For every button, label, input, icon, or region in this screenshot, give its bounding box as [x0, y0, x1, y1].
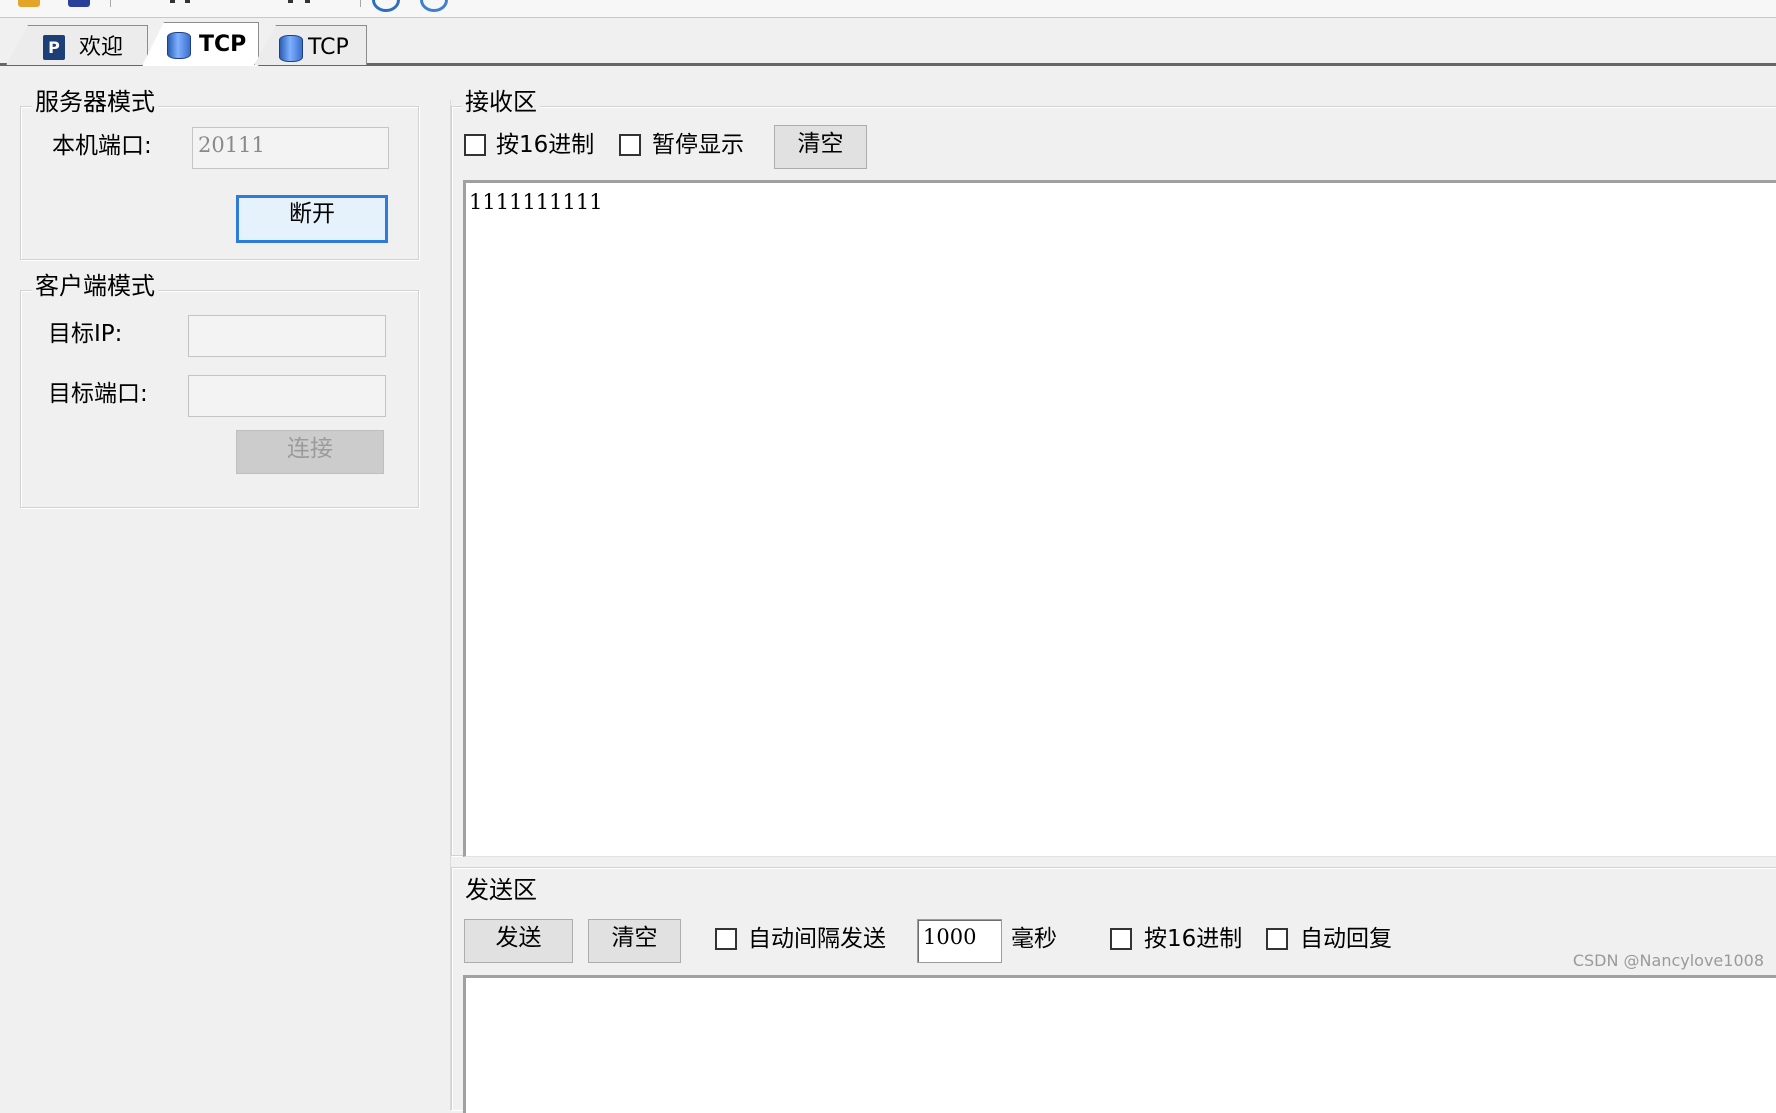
target-ip-field[interactable] [188, 315, 386, 357]
help-icon[interactable] [420, 0, 448, 12]
send-area-title: 发送区 [462, 876, 540, 904]
target-ip-label: 目标IP: [48, 321, 123, 347]
welcome-icon: P [43, 35, 65, 60]
toolbar-button-fragment[interactable] [185, 0, 190, 3]
receive-area-title: 接收区 [462, 88, 540, 116]
pause-display-checkbox[interactable] [619, 134, 641, 156]
tab-welcome[interactable]: P 欢迎 [6, 25, 148, 65]
auto-interval-checkbox[interactable] [715, 928, 737, 950]
disconnect-button[interactable]: 断开 [236, 195, 388, 243]
receive-hex-checkbox[interactable] [464, 134, 486, 156]
auto-interval-label[interactable]: 自动间隔发送 [748, 925, 886, 953]
database-icon [279, 35, 303, 62]
tab-label: TCP [308, 35, 349, 60]
milliseconds-label: 毫秒 [1011, 926, 1057, 952]
receive-textarea[interactable]: 1111111111 [463, 180, 1776, 857]
local-port-label: 本机端口: [52, 133, 152, 159]
folder-icon[interactable] [18, 0, 40, 7]
local-port-field[interactable]: 20111 [192, 127, 389, 169]
tab-tcp[interactable]: TCP [254, 25, 367, 65]
send-button[interactable]: 发送 [464, 919, 573, 963]
send-clear-button[interactable]: 清空 [588, 919, 681, 963]
toolbar-separator [360, 0, 361, 7]
tab-label: 欢迎 [79, 35, 124, 60]
target-port-label: 目标端口: [48, 381, 148, 407]
tab-tcp-active[interactable]: TCP [142, 22, 259, 66]
send-hex-checkbox[interactable] [1110, 928, 1132, 950]
auto-reply-checkbox[interactable] [1266, 928, 1288, 950]
connect-button[interactable]: 连接 [236, 430, 384, 474]
watermark: CSDN @Nancylove1008 [1572, 951, 1764, 970]
toolbar-separator [110, 0, 111, 7]
database-icon [167, 32, 191, 59]
toolbar-button-fragment[interactable] [288, 0, 293, 3]
toolbar-button-fragment[interactable] [170, 0, 175, 3]
send-textarea[interactable] [463, 975, 1776, 1113]
refresh-icon[interactable] [372, 0, 400, 12]
toolbar-button-fragment[interactable] [305, 0, 310, 3]
interval-input[interactable]: 1000 [917, 919, 1002, 963]
target-port-field[interactable] [188, 375, 386, 417]
receive-hex-label[interactable]: 按16进制 [496, 131, 594, 159]
save-icon[interactable] [68, 0, 90, 7]
send-hex-label[interactable]: 按16进制 [1144, 925, 1242, 953]
receive-clear-button[interactable]: 清空 [774, 125, 867, 169]
auto-reply-label[interactable]: 自动回复 [1300, 925, 1392, 953]
pause-display-label[interactable]: 暂停显示 [652, 131, 744, 159]
client-mode-title: 客户端模式 [32, 272, 158, 300]
server-mode-title: 服务器模式 [32, 88, 158, 116]
tab-label: TCP [199, 32, 247, 57]
tab-strip: P 欢迎 TCP TCP [0, 18, 1776, 66]
toolbar [0, 0, 1776, 18]
receive-content: 1111111111 [469, 190, 603, 214]
